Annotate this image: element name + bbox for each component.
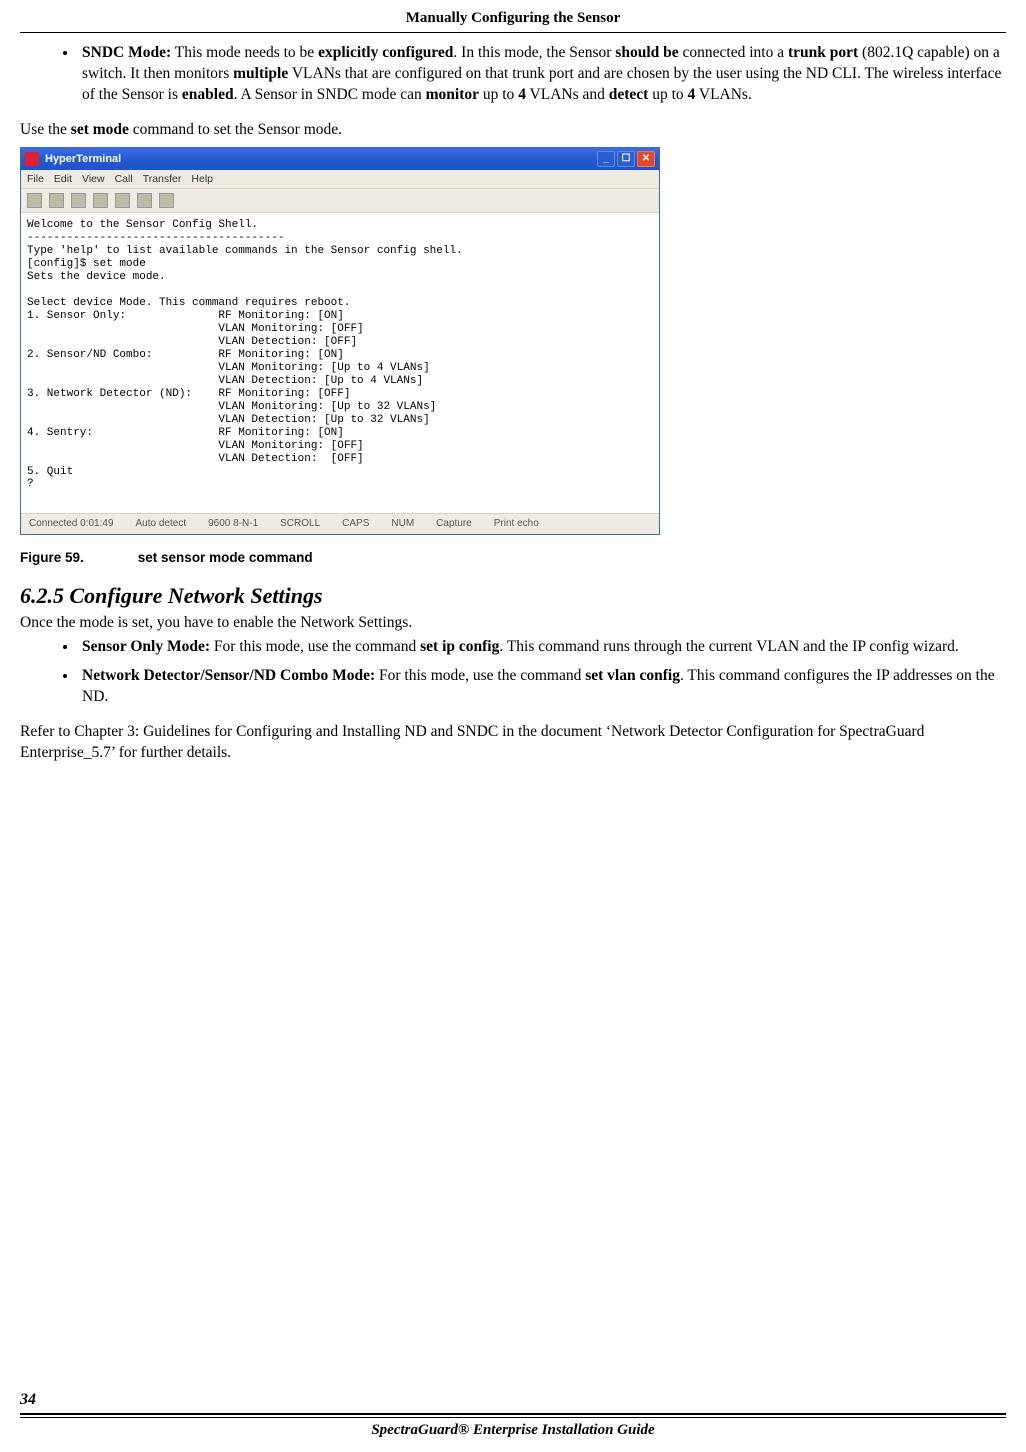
status-connected: Connected 0:01:49 [29,517,114,531]
call-icon[interactable] [71,193,86,208]
new-icon[interactable] [27,193,42,208]
footer-rule [20,1413,1006,1418]
figure-caption: Figure 59. set sensor mode command [20,549,1006,567]
status-baud: 9600 8-N-1 [208,517,258,531]
properties-icon[interactable] [159,193,174,208]
menu-edit[interactable]: Edit [54,172,72,186]
sndc-mode-label: SNDC Mode: [82,44,171,61]
sensor-only-item: Sensor Only Mode: For this mode, use the… [78,637,1002,658]
menu-transfer[interactable]: Transfer [143,172,182,186]
menubar: File Edit View Call Transfer Help [21,170,659,189]
status-caps: CAPS [342,517,369,531]
menu-call[interactable]: Call [115,172,133,186]
toolbar [21,189,659,213]
status-printecho: Print echo [494,517,539,531]
disconnect-icon[interactable] [93,193,108,208]
app-icon [25,152,39,166]
section2-list: Sensor Only Mode: For this mode, use the… [78,637,1006,708]
status-detect: Auto detect [136,517,187,531]
status-scroll: SCROLL [280,517,320,531]
minimize-button[interactable]: _ [597,151,615,167]
window-titlebar[interactable]: HyperTerminal _ ☐ ✕ [21,148,659,170]
terminal-output[interactable]: Welcome to the Sensor Config Shell. ----… [21,213,659,513]
nd-combo-item: Network Detector/Sensor/ND Combo Mode: F… [78,666,1002,708]
status-bar: Connected 0:01:49 Auto detect 9600 8-N-1… [21,513,659,534]
status-capture: Capture [436,517,472,531]
set-mode-paragraph: Use the set mode command to set the Sens… [20,120,1006,141]
status-num: NUM [391,517,414,531]
section-heading-625: 6.2.5 Configure Network Settings [20,581,1006,611]
section2-intro: Once the mode is set, you have to enable… [20,613,1006,634]
page-footer: 34 SpectraGuard® Enterprise Installation… [20,1389,1006,1440]
send-icon[interactable] [115,193,130,208]
close-button[interactable]: ✕ [637,151,655,167]
menu-view[interactable]: View [82,172,105,186]
menu-file[interactable]: File [27,172,44,186]
nd-combo-label: Network Detector/Sensor/ND Combo Mode: [82,667,375,684]
maximize-button[interactable]: ☐ [617,151,635,167]
hyperterminal-window: HyperTerminal _ ☐ ✕ File Edit View Call … [20,147,660,535]
sndc-mode-item: SNDC Mode: This mode needs to be explici… [78,43,1002,106]
receive-icon[interactable] [137,193,152,208]
footer-title: SpectraGuard® Enterprise Installation Gu… [20,1420,1006,1440]
sensor-only-label: Sensor Only Mode: [82,638,210,655]
section1-list: SNDC Mode: This mode needs to be explici… [78,43,1006,106]
window-title: HyperTerminal [45,152,121,167]
para-chapter3: Refer to Chapter 3: Guidelines for Confi… [20,722,1006,764]
page-number: 34 [20,1389,1006,1411]
figure-text: set sensor mode command [138,550,313,565]
figure-label: Figure 59. [20,550,84,565]
page-header: Manually Configuring the Sensor [20,8,1006,33]
open-icon[interactable] [49,193,64,208]
menu-help[interactable]: Help [191,172,213,186]
